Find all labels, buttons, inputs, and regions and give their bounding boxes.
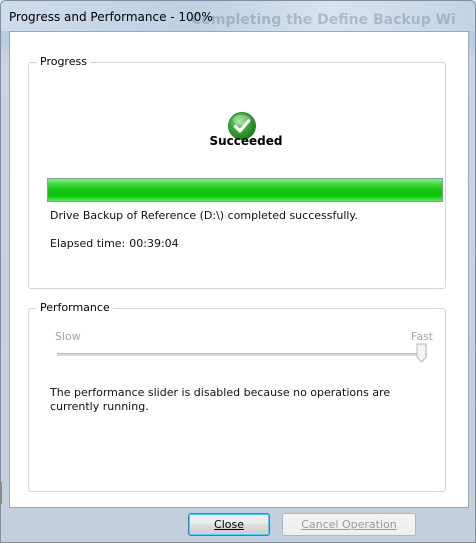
performance-slider-thumb[interactable] — [416, 343, 427, 363]
progress-group: Progress — [28, 55, 446, 289]
elapsed-time-label: Elapsed time: — [50, 237, 126, 250]
window-title: Progress and Performance - 100% — [9, 10, 213, 24]
close-button[interactable]: Close — [188, 513, 270, 536]
status-text-row: Succeeded — [0, 134, 476, 148]
slider-fast-label: Fast — [411, 330, 434, 343]
background-window-title: Completing the Define Backup Wi — [191, 12, 456, 28]
slider-slow-label: Slow — [55, 330, 81, 343]
performance-group-label: Performance — [37, 301, 113, 314]
completion-message: Drive Backup of Reference (D:\) complete… — [50, 209, 358, 222]
performance-slider-track[interactable] — [57, 353, 427, 356]
performance-disabled-note: The performance slider is disabled becau… — [50, 386, 391, 413]
close-button-label: Close — [214, 518, 244, 531]
elapsed-time-value: 00:39:04 — [129, 237, 179, 250]
window-edge-marker — [0, 482, 2, 504]
progress-bar — [47, 178, 443, 202]
elapsed-time-row: Elapsed time: 00:39:04 — [50, 237, 179, 250]
title-bar[interactable]: Completing the Define Backup Wi Progress… — [1, 1, 475, 31]
status-text: Succeeded — [209, 134, 283, 148]
progress-bar-fill — [48, 179, 442, 201]
progress-group-label: Progress — [37, 55, 90, 68]
cancel-operation-button[interactable]: Cancel Operation — [282, 513, 416, 536]
cancel-operation-button-label: Cancel Operation — [301, 518, 397, 531]
